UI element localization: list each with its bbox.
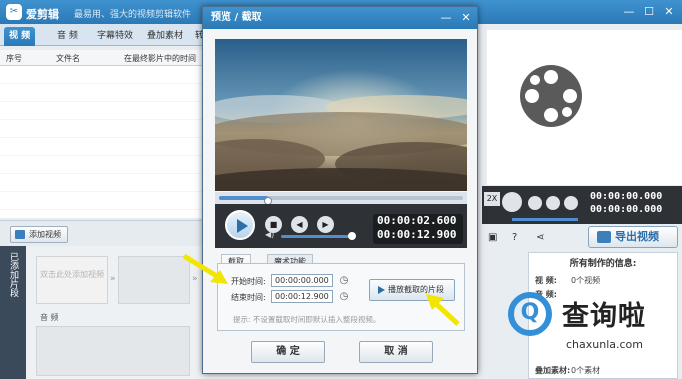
seek-fill [219,196,268,200]
tab-subtitle-effects[interactable]: 字幕特效 [92,27,138,46]
add-video-icon [15,230,25,239]
main-time-current: 00:00:00.000 [590,191,663,202]
file-list[interactable] [0,66,205,218]
share-icon[interactable]: ⋖ [536,232,544,243]
total-time: 00:00:12.900 [377,228,457,241]
maximize-button[interactable]: ☐ [640,3,658,21]
audio-track[interactable] [36,326,190,376]
export-label: 导出视频 [615,230,659,243]
speed-button[interactable]: 2X [484,192,500,206]
main-prev-icon[interactable] [546,196,560,210]
main-time-total: 00:00:00.000 [590,204,663,215]
dialog-minimize-button[interactable]: — [437,10,455,26]
tab-video[interactable]: 视 频 [4,27,36,46]
ok-button[interactable]: 确 定 [251,341,325,363]
audio-label: 音 频 [40,313,59,322]
film-reel-icon [520,65,582,127]
prev-frame-button[interactable]: ◀ [291,216,308,233]
clip-arrow-icon: » [110,274,116,284]
cancel-button[interactable]: 取 消 [359,341,433,363]
export-video-button[interactable]: 导出视频 [588,226,678,248]
info-key: 视 频: [535,276,557,285]
app-slogan: 最易用、强大的视频剪辑软件 [74,10,192,20]
dialog-close-button[interactable]: ✕ [457,10,475,26]
volume-icon: ◀) [265,230,275,239]
close-button[interactable]: ✕ [660,3,678,21]
volume-slider[interactable] [281,232,357,240]
file-list-header: 序号 文件名 在最终影片中的时间 [0,50,205,66]
watermark: Q 查询啦 chaxunla.com [508,290,678,370]
main-tool-icons: ▣ ? ⋖ [484,230,584,246]
dialog-title: 预览 / 截取 [203,7,477,29]
clips-side-label: 已添加片段 [0,246,26,379]
app-logo-icon: ✂ [6,4,22,20]
end-time-label: 结束时间: [231,293,266,302]
seek-track [219,196,463,205]
list-toolbar: 添加视频 [0,220,205,246]
clock-icon[interactable]: ◷ [337,290,351,303]
col-position: 在最终影片中的时间 [124,54,196,63]
info-value: 0个视频 [571,276,601,285]
app-name: 爱剪辑 [26,8,59,21]
main-preview-screen [487,30,682,185]
dialog-time-display: 00:00:02.600 00:00:12.900 [373,214,463,244]
annotation-arrow-icon [182,253,228,284]
main-time-display: 00:00:00.000 00:00:00.000 [590,190,662,216]
minimize-button[interactable]: — [620,3,638,21]
hint-text: 提示: 不设置截取时间即默认插入整段视频。 [233,315,381,324]
main-next-icon[interactable] [564,196,578,210]
video-preview [215,39,467,191]
annotation-arrow-icon [426,294,460,326]
col-filename: 文件名 [56,54,80,63]
play-button[interactable] [225,210,255,240]
watermark-text: 查询啦 [562,301,646,332]
end-time-input[interactable]: 00:00:12.900 [271,290,333,303]
add-video-button[interactable]: 添加视频 [10,226,68,243]
info-title: 所有制作的信息: [569,259,637,269]
next-frame-button[interactable]: ▶ [317,216,334,233]
watermark-logo-icon: Q [508,292,552,336]
watermark-url: chaxunla.com [566,338,643,351]
current-time: 00:00:02.600 [377,214,457,227]
seek-bar[interactable] [215,192,467,205]
main-tabs: 视 频 音 频 字幕特效 叠加素材 转 [0,24,205,46]
col-number: 序号 [6,54,22,63]
tab-audio[interactable]: 音 频 [52,27,83,46]
export-icon [597,231,611,243]
clip-placeholder[interactable]: 双击此处添加视频 [36,256,108,304]
tab-overlay[interactable]: 叠加素材 [142,27,188,46]
help-icon[interactable]: ? [512,232,517,243]
main-stop-icon[interactable] [528,196,542,210]
add-video-label: 添加视频 [29,230,61,239]
clock-icon[interactable]: ◷ [337,274,351,287]
save-icon[interactable]: ▣ [488,232,497,243]
info-row-video: 视 频: 0个视频 [535,275,600,286]
start-time-input[interactable]: 00:00:00.000 [271,274,333,287]
main-volume-slider[interactable] [512,218,578,221]
main-play-icon[interactable] [502,192,522,212]
